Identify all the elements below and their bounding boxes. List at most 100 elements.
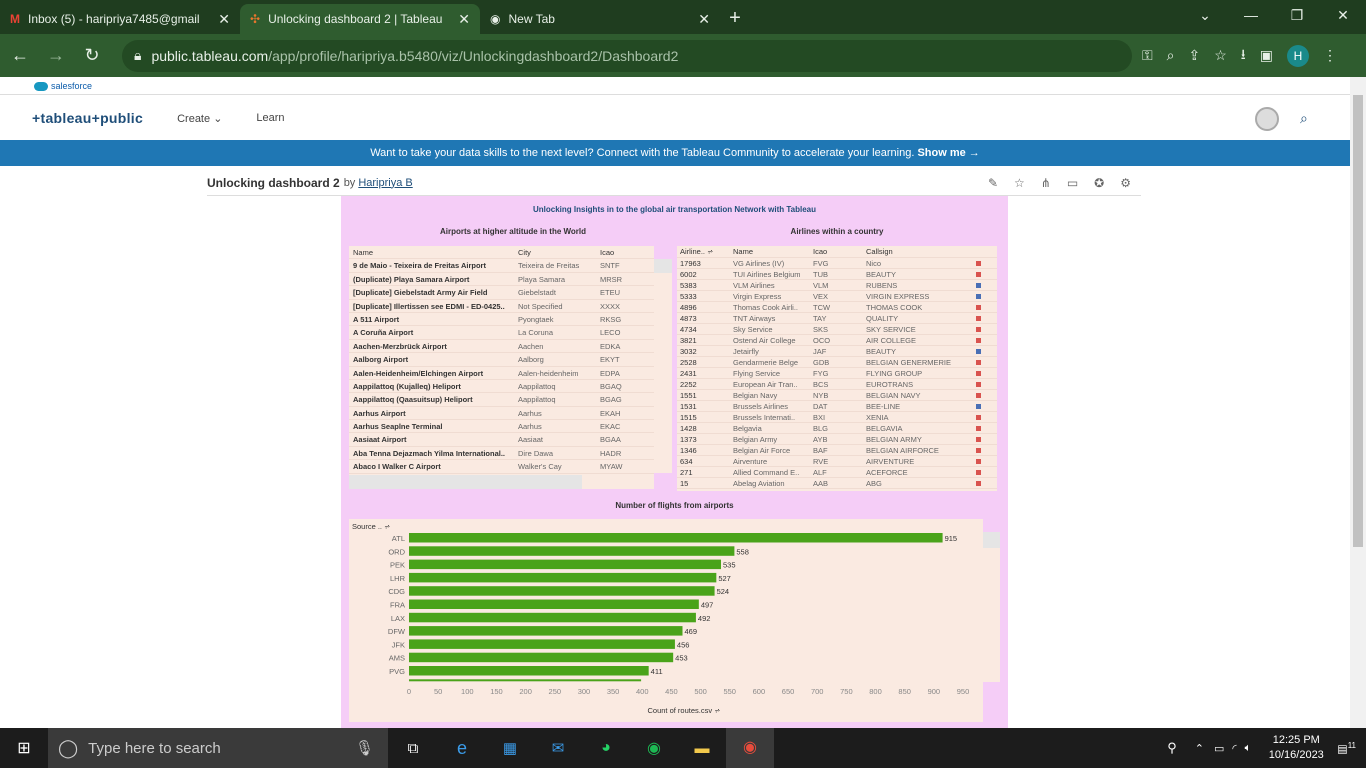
col-name[interactable]: Name: [349, 246, 515, 258]
tab-tableau[interactable]: ✣ Unlocking dashboard 2 | Tableau ✕: [240, 4, 480, 34]
sort-icon[interactable]: ⩫: [707, 247, 713, 256]
bar[interactable]: [409, 639, 675, 649]
tray-chevron-icon[interactable]: ⌃: [1195, 742, 1204, 755]
star-icon[interactable]: ☆: [1214, 47, 1227, 64]
table-row[interactable]: 5383 VLM Airlines VLM RUBENS: [677, 280, 997, 291]
table-row[interactable]: [Duplicate] Illertissen see EDMI - ED-04…: [349, 300, 654, 313]
table-row[interactable]: 6002 TUI Airlines Belgium TUB BEAUTY: [677, 269, 997, 280]
col-city[interactable]: City: [515, 246, 597, 258]
col-icao[interactable]: Icao: [597, 246, 649, 258]
taskbar-search[interactable]: ◯ Type here to search 🎙︎: [48, 728, 388, 768]
file-explorer-icon[interactable]: ▬: [678, 740, 726, 757]
y-axis-title[interactable]: Source .. ⩫: [352, 522, 390, 531]
tableau-public-logo[interactable]: +tableau+public: [32, 110, 143, 126]
wifi-icon[interactable]: ◜: [1232, 742, 1236, 755]
table-row[interactable]: 4873 TNT Airways TAY QUALITY: [677, 313, 997, 324]
share-icon[interactable]: ⇪: [1189, 47, 1201, 64]
color-marker[interactable]: [975, 337, 981, 343]
airports-table[interactable]: Name City Icao 9 de Maio - Teixeira de F…: [349, 246, 654, 489]
table-row[interactable]: Aarhus Seaplne Terminal Aarhus EKAC: [349, 420, 654, 434]
bar[interactable]: [409, 666, 649, 676]
table-row[interactable]: 2431 Flying Service FYG FLYING GROUP: [677, 368, 997, 379]
color-marker[interactable]: [975, 282, 981, 288]
store-icon[interactable]: ▦: [486, 739, 534, 757]
col-name[interactable]: Name: [730, 246, 810, 257]
page-scrollbar[interactable]: [1350, 77, 1366, 728]
color-marker[interactable]: [975, 403, 981, 409]
tab-search-icon[interactable]: ⌄: [1182, 0, 1228, 30]
back-icon[interactable]: ←: [4, 45, 36, 66]
airlines-table[interactable]: Airline.. ⩫ Name Icao Callsign 17963 VG A…: [677, 246, 997, 491]
close-icon[interactable]: ✕: [698, 11, 710, 28]
menu-icon[interactable]: ⋮: [1323, 47, 1337, 64]
table-row[interactable]: Aalborg Airport Aalborg EKYT: [349, 353, 654, 367]
table-row[interactable]: Aappilattoq (Qaasuitsup) Heliport Aappila…: [349, 393, 654, 407]
notification-icon[interactable]: ▤11: [1337, 741, 1356, 756]
forward-icon[interactable]: →: [40, 45, 72, 66]
table-row[interactable]: Aachen-Merzbrück Airport Aachen EDKA: [349, 340, 654, 354]
color-marker[interactable]: [975, 425, 981, 431]
sidepanel-icon[interactable]: ▣: [1260, 47, 1273, 64]
table-row[interactable]: Aba Tenna Dejazmach Yilma International.…: [349, 447, 654, 461]
airports-scroll-thumb[interactable]: [654, 259, 672, 273]
table-row[interactable]: 15 Abelag Aviation AAB ABG: [677, 478, 997, 489]
table-row[interactable]: 1373 Belgian Army AYB BELGIAN ARMY: [677, 434, 997, 445]
table-row[interactable]: 1551 Belgian Navy NYB BELGIAN NAVY: [677, 390, 997, 401]
color-marker[interactable]: [975, 260, 981, 266]
color-marker[interactable]: [975, 480, 981, 486]
color-marker[interactable]: [975, 447, 981, 453]
x-axis-title[interactable]: Count of routes.csv ⩫: [349, 706, 1019, 715]
bar[interactable]: [409, 546, 735, 556]
zoom-icon[interactable]: ⌕: [1167, 47, 1175, 64]
table-row[interactable]: 2528 Gendarmerie Belge GDB BELGIAN GENERMER…: [677, 357, 997, 368]
reload-icon[interactable]: ↻: [76, 45, 108, 66]
table-row[interactable]: Abaco I Walker C Airport Walker's Cay MYAW: [349, 460, 654, 474]
url-field[interactable]: 🔒︎ public.tableau.com/app/profile/haripr…: [122, 39, 1132, 72]
color-marker[interactable]: [975, 271, 981, 277]
user-avatar-icon[interactable]: [1255, 107, 1279, 131]
table-row[interactable]: Aappilattoq (Kujalleq) Heliport Aappilatt…: [349, 380, 654, 394]
table-row[interactable]: 9 de Maio - Teixeira de Freitas Airport T…: [349, 259, 654, 273]
table-row[interactable]: 1515 Brussels Internati.. BXI XENIA: [677, 412, 997, 423]
table-row[interactable]: A Coruña Airport La Coruna LECO: [349, 326, 654, 340]
task-view-icon[interactable]: ⧉: [388, 740, 438, 757]
close-icon[interactable]: ✕: [458, 11, 470, 28]
nav-learn[interactable]: Learn: [256, 112, 284, 124]
color-marker[interactable]: [975, 348, 981, 354]
sort-icon[interactable]: ⩫: [714, 706, 720, 715]
tab-gmail[interactable]: M Inbox (5) - haripriya7485@gmail ✕: [0, 4, 240, 34]
banner-link[interactable]: Show me →: [917, 147, 979, 159]
col-callsign[interactable]: Callsign: [863, 246, 963, 257]
table-row[interactable]: A 511 Airport Pyongtaek RKSG: [349, 313, 654, 327]
table-row[interactable]: 634 Airventure RVE AIRVENTURE: [677, 456, 997, 467]
volume-icon[interactable]: 🔈︎: [1245, 742, 1252, 755]
bar[interactable]: [409, 572, 717, 583]
color-marker[interactable]: [975, 381, 981, 387]
color-marker[interactable]: [975, 326, 981, 332]
airports-scrollbar[interactable]: [654, 259, 672, 473]
bar[interactable]: [409, 533, 943, 543]
table-row[interactable]: [Duplicate] Giebelstadt Army Air Field Gi…: [349, 286, 654, 300]
minimize-icon[interactable]: —: [1228, 0, 1274, 30]
settings-icon[interactable]: ⚙: [1120, 176, 1131, 190]
color-marker[interactable]: [975, 436, 981, 442]
nav-create[interactable]: Create ⌄: [177, 112, 222, 125]
bar[interactable]: [409, 612, 696, 623]
comment-icon[interactable]: ▭: [1067, 176, 1078, 190]
share-icon[interactable]: ⋔: [1041, 176, 1051, 190]
whatsapp-icon[interactable]: ◕: [582, 739, 630, 757]
table-row[interactable]: 4896 Thomas Cook Airli.. TCW THOMAS COOK: [677, 302, 997, 313]
table-row[interactable]: 3032 Jetairfly JAF BEAUTY: [677, 346, 997, 357]
color-marker[interactable]: [975, 293, 981, 299]
edge-icon[interactable]: e: [438, 738, 486, 759]
battery-icon[interactable]: ▭: [1214, 742, 1224, 755]
key-icon[interactable]: ⚿: [1142, 47, 1153, 64]
tab-new-tab[interactable]: ◉ New Tab ✕: [480, 4, 720, 34]
table-row[interactable]: 3821 Ostend Air College OCO AIR COLLEGE: [677, 335, 997, 346]
table-row[interactable]: Aasiaat Airport Aasiaat BGAA: [349, 433, 654, 447]
airports-hscroll-thumb[interactable]: [349, 475, 582, 489]
author-link[interactable]: Haripriya B: [358, 177, 412, 189]
windows-start-icon[interactable]: ⊞: [0, 738, 48, 758]
table-row[interactable]: 2252 European Air Tran.. BCS EUROTRANS: [677, 379, 997, 390]
close-window-icon[interactable]: ✕: [1320, 0, 1366, 30]
